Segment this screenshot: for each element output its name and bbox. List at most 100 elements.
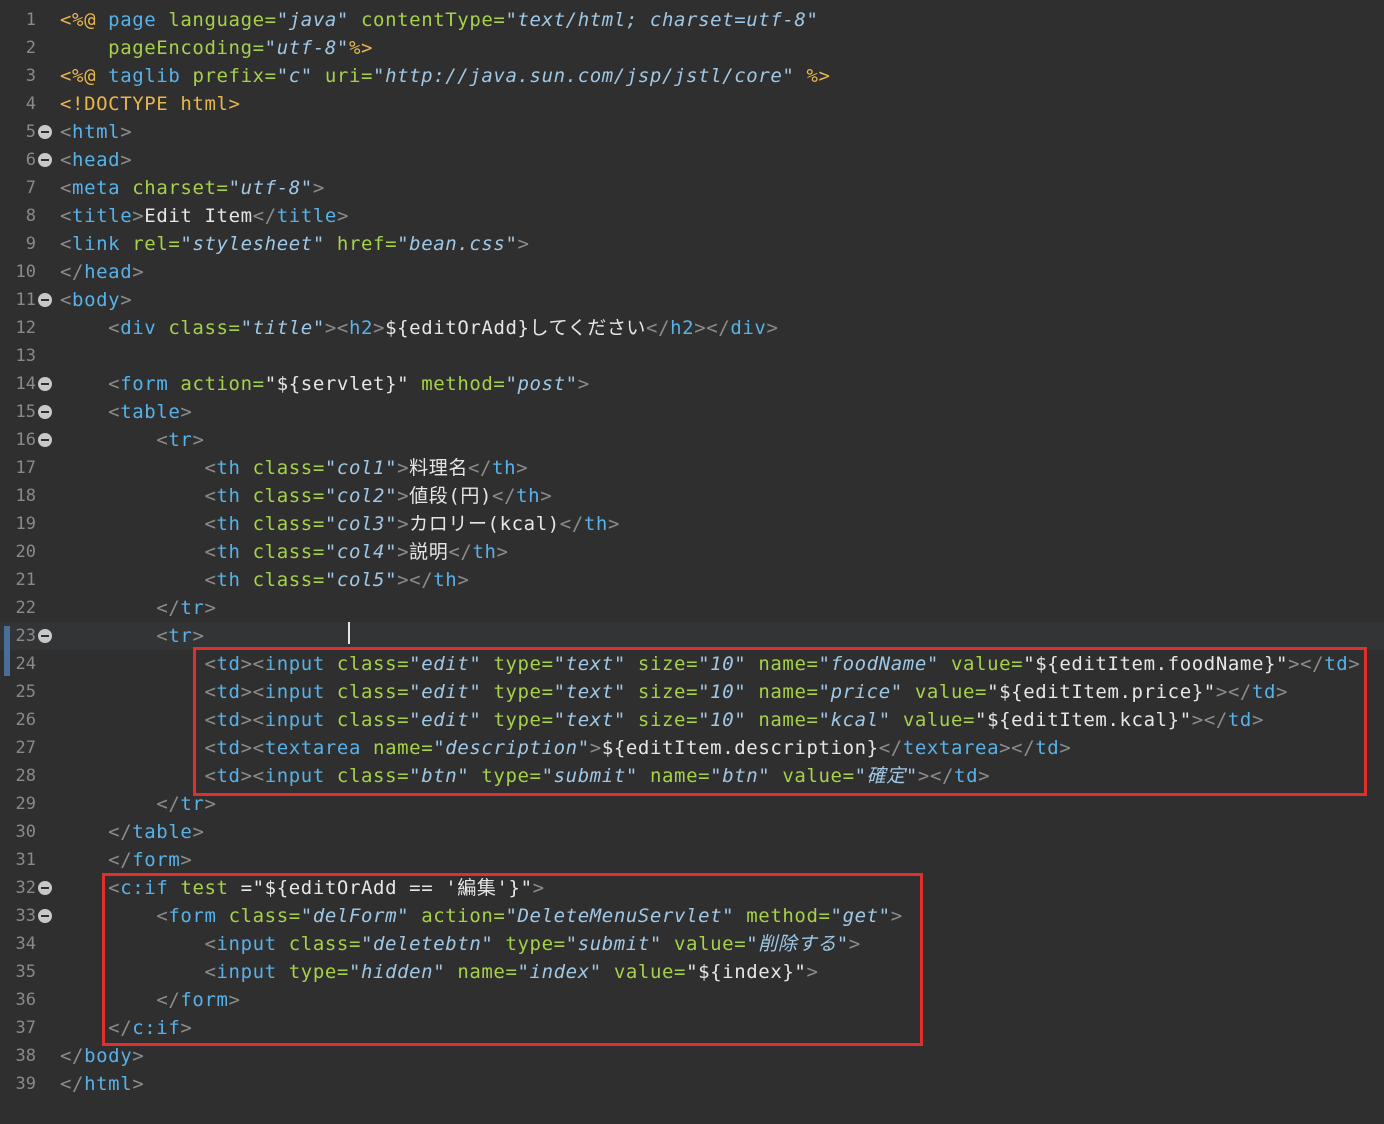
code-token: < (60, 149, 73, 171)
code-line[interactable]: 15 <table> (0, 398, 1384, 426)
code-token: form (132, 849, 181, 871)
code-token: "col4" (324, 541, 398, 563)
code-line[interactable]: 10 </head> (0, 258, 1384, 286)
line-number: 30 (15, 822, 36, 842)
line-number: 12 (15, 318, 36, 338)
code-line[interactable]: 2 pageEncoding="utf-8"%> (0, 34, 1384, 62)
code-token: div (120, 317, 169, 339)
code-line[interactable]: 8 <title>Edit Item</title> (0, 202, 1384, 230)
code-token: < (156, 625, 169, 647)
code-line[interactable]: 14 <form action="${servlet}" method="pos… (0, 370, 1384, 398)
line-number: 39 (15, 1074, 36, 1094)
code-line[interactable]: 23 <tr> (0, 622, 1384, 650)
code-token: </ (60, 261, 85, 283)
code-line[interactable]: 39 </html> (0, 1070, 1384, 1098)
code-token: > (516, 457, 529, 479)
line-number: 20 (15, 542, 36, 562)
code-token: > (192, 821, 205, 843)
code-text: <th class="col2">値段(円)</th> (60, 482, 552, 510)
code-line[interactable]: 1 <%@ page language="java" contentType="t… (0, 6, 1384, 34)
code-token: > (132, 205, 145, 227)
line-number: 10 (15, 262, 36, 282)
code-line[interactable]: 5 <html> (0, 118, 1384, 146)
code-line[interactable]: 7 <meta charset="utf-8"> (0, 174, 1384, 202)
code-token: title (72, 205, 133, 227)
code-token: "col2" (324, 485, 398, 507)
code-token: class= (168, 317, 241, 339)
code-line[interactable]: 30 </table> (0, 818, 1384, 846)
code-token: < (204, 513, 217, 535)
code-token: "col3" (324, 513, 398, 535)
fold-collapse-icon[interactable] (38, 405, 52, 419)
code-token: < (156, 429, 169, 451)
code-token: > (373, 317, 386, 339)
code-text: </head> (60, 258, 144, 286)
code-line[interactable]: 6 <head> (0, 146, 1384, 174)
code-line[interactable]: 4 <!DOCTYPE html> (0, 90, 1384, 118)
code-token: > (336, 205, 349, 227)
code-token: < (204, 485, 217, 507)
code-line[interactable]: 12 <div class="title"><h2>${editOrAdd}して… (0, 314, 1384, 342)
code-token: > (132, 1073, 145, 1095)
code-line[interactable]: 18 <th class="col2">値段(円)</th> (0, 482, 1384, 510)
code-editor[interactable]: 1 <%@ page language="java" contentType="t… (0, 0, 1384, 1124)
code-token: 説明 (409, 541, 449, 563)
code-token: > (120, 289, 133, 311)
line-number: 3 (25, 66, 36, 86)
fold-collapse-icon[interactable] (38, 881, 52, 895)
code-line[interactable]: 22 </tr> (0, 594, 1384, 622)
fold-collapse-icon[interactable] (38, 153, 52, 167)
code-token: "bean.css" (397, 233, 518, 255)
code-token: class= (252, 541, 325, 563)
code-token: < (60, 205, 73, 227)
code-token: html (72, 121, 121, 143)
code-line[interactable]: 31 </form> (0, 846, 1384, 874)
fold-collapse-icon[interactable] (38, 433, 52, 447)
code-line[interactable]: 38 </body> (0, 1042, 1384, 1070)
code-line[interactable]: 13 (0, 342, 1384, 370)
code-token: </ (60, 1045, 85, 1067)
line-number: 32 (15, 878, 36, 898)
code-token: < (60, 121, 73, 143)
code-line[interactable]: 17 <th class="col1">料理名</th> (0, 454, 1384, 482)
code-token: </ (492, 485, 517, 507)
fold-collapse-icon[interactable] (38, 629, 52, 643)
code-token: < (204, 457, 217, 479)
fold-collapse-icon[interactable] (38, 909, 52, 923)
code-token: "col1" (324, 457, 398, 479)
code-line[interactable]: 3 <%@ taglib prefix="c" uri="http://java.… (0, 62, 1384, 90)
code-line[interactable]: 16 <tr> (0, 426, 1384, 454)
code-line[interactable]: 19 <th class="col3">カロリー(kcal)</th> (0, 510, 1384, 538)
line-number: 26 (15, 710, 36, 730)
code-text: </tr> (60, 594, 217, 622)
code-text: <body> (60, 286, 132, 314)
line-number: 7 (25, 178, 36, 198)
code-text: <tr> (60, 426, 204, 454)
code-text: <%@ taglib prefix="c" uri="http://java.s… (60, 62, 831, 90)
code-token: body (72, 289, 121, 311)
fold-collapse-icon[interactable] (38, 377, 52, 391)
fold-collapse-icon[interactable] (38, 293, 52, 307)
code-line[interactable]: 11 <body> (0, 286, 1384, 314)
code-token: Edit Item (144, 205, 253, 227)
code-token: "${servlet}" (264, 373, 422, 395)
fold-collapse-icon[interactable] (38, 125, 52, 139)
code-line[interactable]: 21 <th class="col5"></th> (0, 566, 1384, 594)
line-number: 14 (15, 374, 36, 394)
code-text: <link rel="stylesheet" href="bean.css"> (60, 230, 530, 258)
code-token: title (276, 205, 337, 227)
code-token: < (108, 317, 121, 339)
code-line[interactable]: 9 <link rel="stylesheet" href="bean.css"> (0, 230, 1384, 258)
code-token: %> (348, 37, 374, 59)
line-number: 18 (15, 486, 36, 506)
code-token: head (84, 261, 133, 283)
code-line[interactable]: 20 <th class="col4">説明</th> (0, 538, 1384, 566)
code-token: </ (409, 569, 434, 591)
